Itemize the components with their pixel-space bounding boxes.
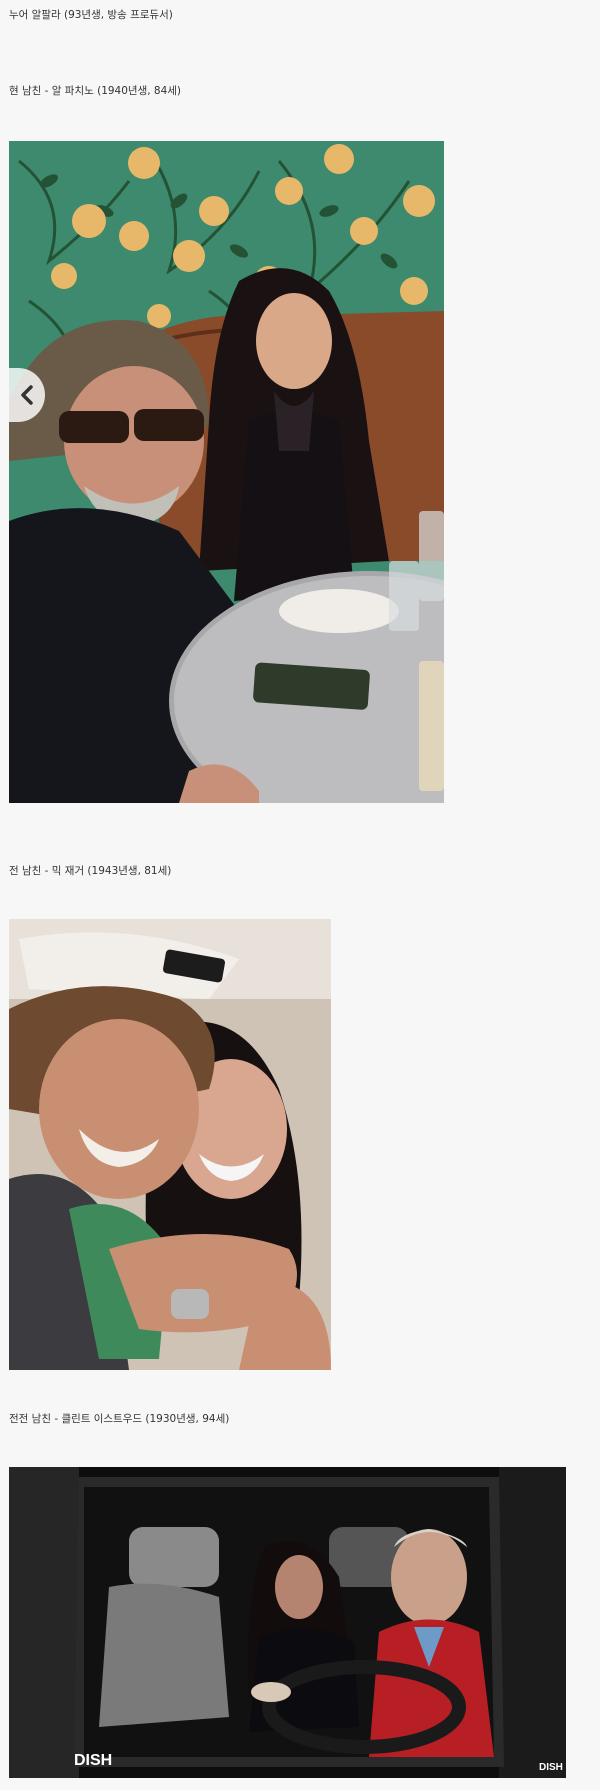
photo-mick-jagger <box>9 919 331 1370</box>
watermark-left: DISH <box>74 1752 112 1769</box>
caption-section-3: 전전 남친 - 클린트 이스트우드 (1930년생, 94세) <box>9 1413 230 1425</box>
caption-section-2: 전 남친 - 믹 재거 (1943년생, 81세) <box>9 865 172 877</box>
photo-clint-eastwood: DISH DISH <box>9 1467 566 1778</box>
caption-section-1: 현 남친 - 알 파치노 (1940년생, 84세) <box>9 85 182 97</box>
chevron-left-icon <box>21 385 33 405</box>
photo-al-pacino <box>9 141 444 803</box>
post-headline: 누어 알팔라 (93년생, 방송 프로듀서) <box>9 9 173 21</box>
watermark-right: DISH <box>539 1762 563 1773</box>
